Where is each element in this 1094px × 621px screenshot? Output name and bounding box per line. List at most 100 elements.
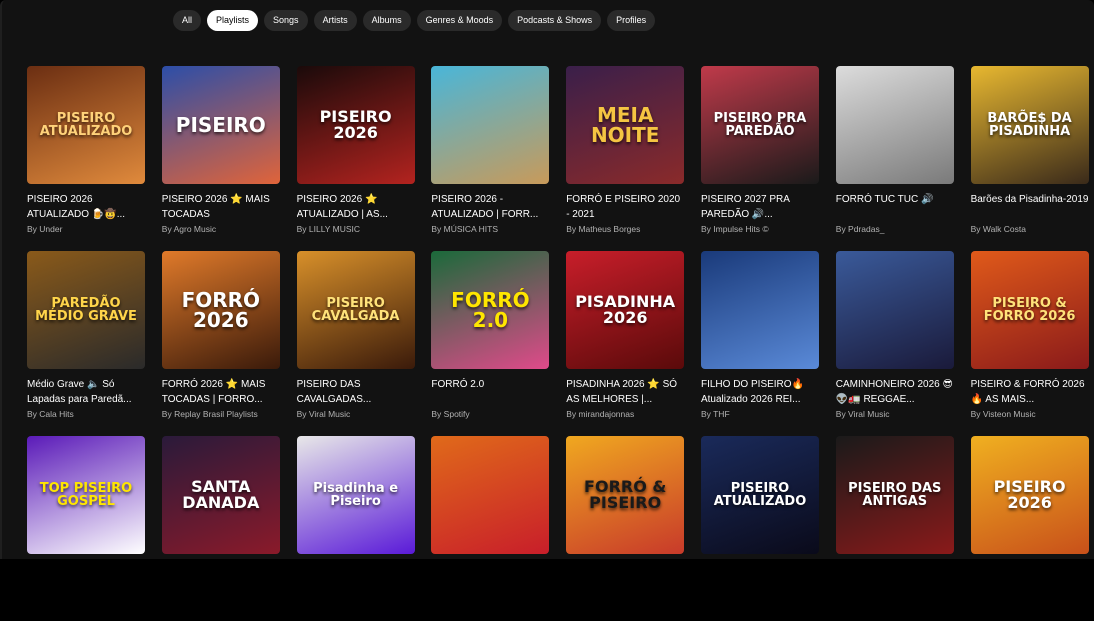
playlist-cover[interactable] bbox=[835, 251, 954, 369]
playlist-card[interactable]: FORRÓ 2026 FORRÓ 2026 ⭐ MAIS TOCADAS | FO… bbox=[161, 251, 280, 436]
playlist-title[interactable]: PISEIRO & FORRÓ 2026 🔥 AS MAIS... bbox=[971, 377, 1089, 407]
playlist-cover[interactable]: PAREDÃO MÉDIO GRAVE bbox=[27, 251, 145, 369]
playlist-cover[interactable]: MEIA NOITE bbox=[566, 66, 685, 184]
playlist-owner: By Pdradas_ bbox=[835, 224, 885, 234]
playlist-title[interactable]: PISEIRO 2026 ⭐ ATUALIZADO | AS... bbox=[297, 192, 415, 222]
playlist-title[interactable]: PISEIRO 2026 ⭐ MAIS TOCADAS bbox=[162, 192, 280, 222]
playlist-owner: By LILLY MUSIC bbox=[296, 224, 361, 234]
playlist-title[interactable]: Médio Grave 🔈 Só Lapadas para Paredã... bbox=[27, 377, 145, 407]
playlist-cover[interactable]: BARÕE$ DA PISADINHA bbox=[970, 66, 1089, 184]
playlist-owner: By Viral Music bbox=[296, 409, 351, 419]
playlist-title[interactable]: CAMINHONEIRO 2026 😎👽🚛 REGGAE... bbox=[836, 377, 954, 407]
playlist-card[interactable]: PISEIRO ATUALIZADO bbox=[700, 436, 819, 621]
playlist-cover[interactable]: PISEIRO DAS ANTIGAS bbox=[835, 436, 954, 554]
playlist-card[interactable]: PISEIRO PISEIRO 2026 ⭐ MAIS TOCADAS By Agr… bbox=[161, 66, 280, 251]
playlist-card[interactable]: SANTA DANADA bbox=[161, 436, 280, 621]
playlist-cover[interactable] bbox=[700, 251, 819, 369]
playlist-cover[interactable]: Pisadinha e Piseiro bbox=[296, 436, 415, 554]
playlist-card[interactable]: PISEIRO CAVALGADA PISEIRO DAS CAVALGADAS.… bbox=[296, 251, 415, 436]
filter-chip-albums[interactable]: Albums bbox=[362, 10, 411, 31]
playlist-cover[interactable]: FORRÓ & PISEIRO bbox=[566, 436, 685, 554]
playlist-card[interactable]: FILHO DO PISEIRO🔥 Atualizado 2026 REI...… bbox=[700, 251, 819, 436]
filter-chips: All Playlists Songs Artists Albums Genres & M… bbox=[173, 10, 656, 31]
filter-chip-playlists[interactable]: Playlists bbox=[207, 10, 259, 31]
playlist-title[interactable]: PISEIRO 2026 ATUALIZADO 🍺🤠... bbox=[27, 192, 145, 222]
playlist-card[interactable]: CAMINHONEIRO 2026 😎👽🚛 REGGAE... By Viral … bbox=[835, 251, 954, 436]
playlist-card[interactable]: PISEIRO PRA PAREDÃO PISEIRO 2027 PRA PARE… bbox=[700, 66, 819, 251]
cover-title-art: PISEIRO CAVALGADA bbox=[311, 296, 400, 324]
playlist-cover[interactable]: FORRÓ 2.0 bbox=[431, 251, 550, 369]
playlist-title[interactable]: FORRÓ 2026 ⭐ MAIS TOCADAS | FORRO... bbox=[162, 377, 280, 407]
playlist-title[interactable] bbox=[27, 562, 145, 592]
cover-title-art: PISEIRO ATUALIZADO bbox=[39, 111, 133, 139]
playlist-cover[interactable] bbox=[835, 66, 954, 184]
playlist-cover[interactable]: TOP PISEIRO GOSPEL bbox=[27, 436, 145, 554]
filter-chip-artists[interactable]: Artists bbox=[313, 10, 357, 31]
playlist-title[interactable] bbox=[566, 562, 684, 592]
playlist-card[interactable]: PISEIRO 2026 bbox=[970, 436, 1089, 621]
playlist-cover[interactable] bbox=[431, 436, 550, 554]
playlist-card[interactable] bbox=[431, 436, 550, 621]
playlist-title[interactable] bbox=[431, 562, 549, 592]
playlist-cover[interactable] bbox=[431, 66, 550, 184]
playlist-title[interactable]: Barões da Pisadinha-2019 bbox=[971, 192, 1089, 222]
playlist-title[interactable] bbox=[701, 562, 819, 592]
playlist-cover[interactable]: PISADINHA 2026 bbox=[566, 251, 685, 369]
playlist-cover[interactable]: PISEIRO bbox=[161, 66, 280, 184]
playlist-title[interactable]: PISEIRO 2026 - ATUALIZADO | FORR... bbox=[431, 192, 549, 222]
playlist-card[interactable]: PAREDÃO MÉDIO GRAVE Médio Grave 🔈 Só Lapa… bbox=[27, 251, 145, 436]
playlist-cover[interactable]: PISEIRO 2026 bbox=[296, 66, 415, 184]
playlist-card[interactable]: BARÕE$ DA PISADINHA Barões da Pisadinha-2… bbox=[970, 66, 1089, 251]
cover-title-art: PISEIRO 2026 bbox=[993, 477, 1066, 512]
playlist-card[interactable]: FORRÓ TUC TUC 🔊 By Pdradas_ bbox=[835, 66, 954, 251]
cover-title-art: PAREDÃO MÉDIO GRAVE bbox=[35, 296, 137, 324]
playlist-card[interactable]: FORRÓ 2.0 FORRÓ 2.0 By Spotify bbox=[431, 251, 550, 436]
playlist-card[interactable]: FORRÓ & PISEIRO bbox=[566, 436, 685, 621]
playlist-title[interactable] bbox=[297, 562, 415, 592]
cover-title-art: PISEIRO ATUALIZADO bbox=[713, 481, 807, 509]
cover-title-art: MEIA NOITE bbox=[590, 103, 660, 147]
filter-chip-songs[interactable]: Songs bbox=[264, 10, 308, 31]
playlist-cover[interactable]: PISEIRO ATUALIZADO bbox=[700, 436, 819, 554]
playlist-cover[interactable]: PISEIRO 2026 bbox=[970, 436, 1089, 554]
playlist-card[interactable]: PISEIRO ATUALIZADO PISEIRO 2026 ATUALIZAD… bbox=[27, 66, 145, 251]
playlist-title[interactable] bbox=[971, 562, 1089, 592]
playlist-card[interactable]: TOP PISEIRO GOSPEL bbox=[27, 436, 145, 621]
playlist-cover[interactable]: PISEIRO ATUALIZADO bbox=[27, 66, 145, 184]
playlist-title[interactable] bbox=[162, 562, 280, 592]
playlist-owner: By Spotify bbox=[431, 409, 470, 419]
cover-title-art: FORRÓ 2026 bbox=[181, 288, 261, 332]
filter-chip-podcasts-shows[interactable]: Podcasts & Shows bbox=[508, 10, 602, 31]
playlist-card[interactable]: PISEIRO 2026 PISEIRO 2026 ⭐ ATUALIZADO | … bbox=[296, 66, 415, 251]
playlist-title[interactable]: PISEIRO 2027 PRA PAREDÃO 🔊... bbox=[701, 192, 819, 222]
filter-chip-profiles[interactable]: Profiles bbox=[607, 10, 656, 31]
playlist-cover[interactable]: FORRÓ 2026 bbox=[161, 251, 280, 369]
playlist-cover[interactable]: SANTA DANADA bbox=[161, 436, 280, 554]
playlist-card[interactable]: PISADINHA 2026 PISADINHA 2026 ⭐ SÓ AS MEL… bbox=[566, 251, 685, 436]
cover-title-art: PISADINHA 2026 bbox=[575, 292, 676, 327]
playlist-title[interactable]: FORRÓ E PISEIRO 2020 - 2021 bbox=[566, 192, 684, 222]
playlist-title[interactable]: FORRÓ TUC TUC 🔊 bbox=[836, 192, 954, 222]
cover-title-art: PISEIRO & FORRÓ 2026 bbox=[983, 296, 1076, 324]
filter-chip-genres-moods[interactable]: Genres & Moods bbox=[416, 10, 503, 31]
playlist-card[interactable]: PISEIRO & FORRÓ 2026 PISEIRO & FORRÓ 2026… bbox=[970, 251, 1089, 436]
playlist-cover[interactable]: PISEIRO CAVALGADA bbox=[296, 251, 415, 369]
playlist-title[interactable]: PISEIRO DAS CAVALGADAS... bbox=[297, 377, 415, 407]
cover-title-art: FORRÓ 2.0 bbox=[451, 288, 530, 332]
playlist-title[interactable]: PISADINHA 2026 ⭐ SÓ AS MELHORES |... bbox=[566, 377, 684, 407]
filter-chip-all[interactable]: All bbox=[173, 10, 202, 31]
search-results-panel: All Playlists Songs Artists Albums Genres & M… bbox=[0, 0, 1094, 559]
playlist-card[interactable]: Pisadinha e Piseiro bbox=[296, 436, 415, 621]
playlist-owner: By Under bbox=[27, 224, 63, 234]
playlist-cover[interactable]: PISEIRO & FORRÓ 2026 bbox=[970, 251, 1089, 369]
playlist-card[interactable]: PISEIRO DAS ANTIGAS bbox=[835, 436, 954, 621]
playlist-title[interactable] bbox=[836, 562, 954, 592]
cover-title-art: BARÕE$ DA PISADINHA bbox=[987, 111, 1072, 139]
playlist-card[interactable]: PISEIRO 2026 - ATUALIZADO | FORR... By MÚ… bbox=[431, 66, 550, 251]
playlist-title[interactable]: FILHO DO PISEIRO🔥 Atualizado 2026 REI... bbox=[701, 377, 819, 407]
playlist-title[interactable]: FORRÓ 2.0 bbox=[431, 377, 549, 407]
playlist-card[interactable]: MEIA NOITE FORRÓ E PISEIRO 2020 - 2021 By … bbox=[566, 66, 685, 251]
playlist-cover[interactable]: PISEIRO PRA PAREDÃO bbox=[700, 66, 819, 184]
playlist-owner: By Agro Music bbox=[161, 224, 217, 234]
playlist-owner: By mirandajonnas bbox=[566, 409, 635, 419]
